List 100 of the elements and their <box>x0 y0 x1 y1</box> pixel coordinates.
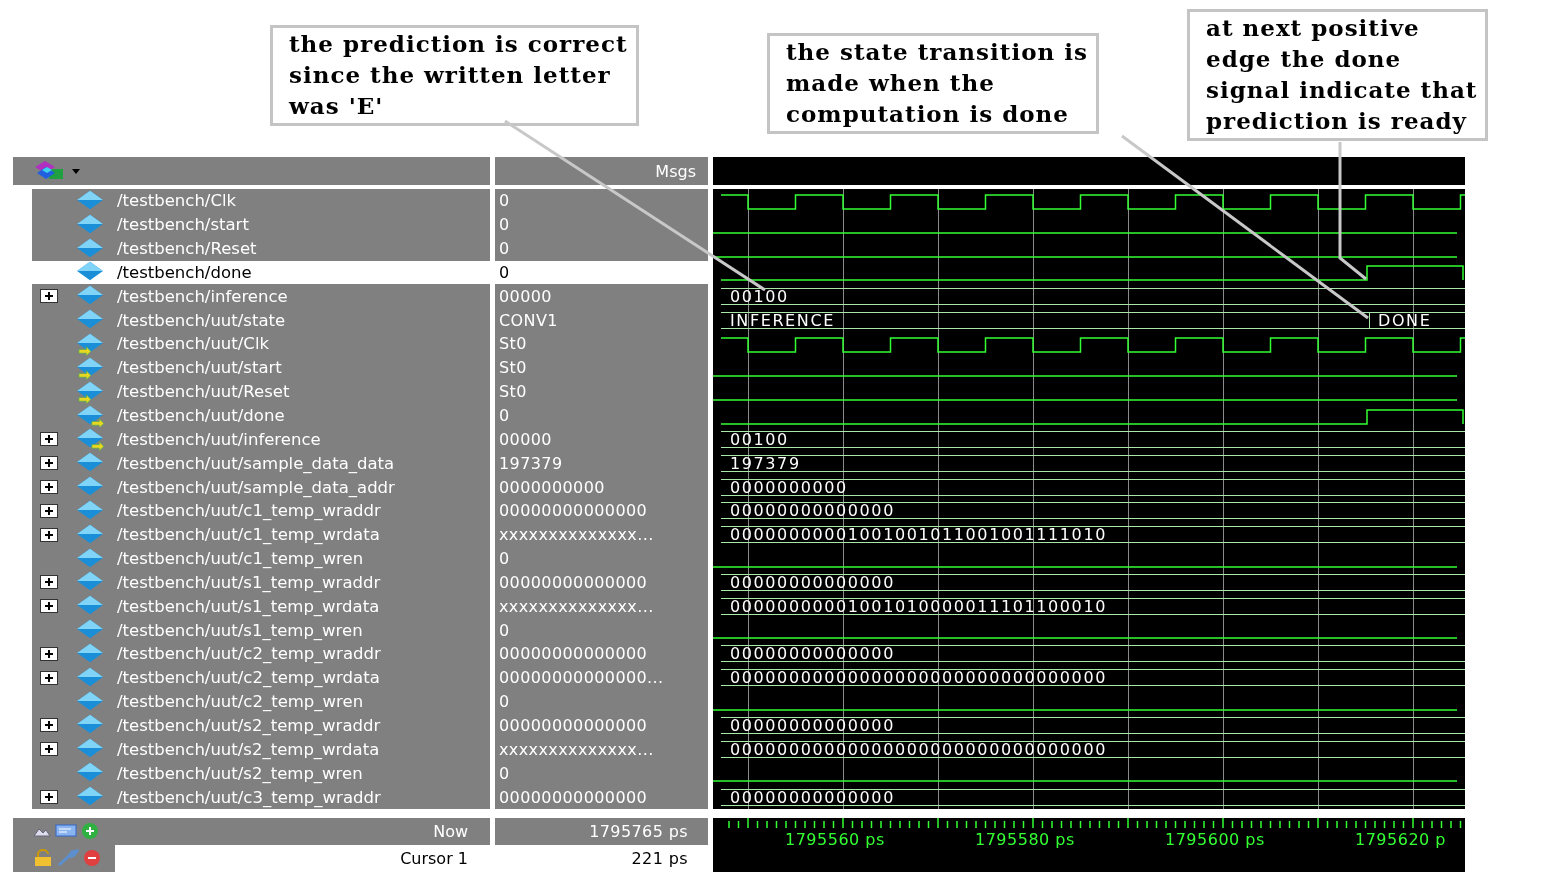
expand-icon[interactable] <box>40 456 58 471</box>
signal-value: St0 <box>495 379 708 404</box>
signal-value: 00000000000000 <box>495 713 708 738</box>
signal-value: CONV1 <box>495 308 708 333</box>
signal-row[interactable]: /testbench/uut/c3_temp_wraddr <box>32 785 490 809</box>
signal-name: /testbench/uut/Reset <box>117 382 290 402</box>
bus-segment: 00000000000000000000000000000000 <box>721 740 1465 758</box>
signal-row[interactable]: /testbench/uut/c2_temp_wren <box>32 689 490 714</box>
bus-segment: 0000000000 <box>721 478 1465 496</box>
signal-row[interactable]: /testbench/uut/s2_temp_wraddr <box>32 713 490 738</box>
expand-icon[interactable] <box>40 575 58 590</box>
bus-segment: 00000000001001010000011101100010 <box>721 597 1465 615</box>
add-icon[interactable] <box>81 822 99 841</box>
signal-row[interactable]: /testbench/start <box>32 212 490 237</box>
signal-row[interactable]: /testbench/uut/s1_temp_wrdata <box>32 594 490 619</box>
bus-segment: 00000000000000 <box>721 645 1465 663</box>
signal-name: /testbench/uut/c1_temp_wrdata <box>117 525 380 545</box>
signal-value: St0 <box>495 355 708 380</box>
expand-icon[interactable] <box>40 480 58 495</box>
expand-icon[interactable] <box>40 718 58 733</box>
bus-segment: DONE <box>1369 311 1465 329</box>
signal-row[interactable]: /testbench/uut/inference <box>32 427 490 452</box>
diamond-arrow-icon <box>75 403 105 428</box>
signal-value: 00000000000000 <box>495 785 708 809</box>
diamond-arrow-icon <box>75 332 105 356</box>
signal-name: /testbench/uut/s2_temp_wrdata <box>117 739 380 759</box>
expand-icon[interactable] <box>40 599 58 614</box>
time-label: 1795620 p <box>1355 829 1446 849</box>
signal-row[interactable]: /testbench/uut/done <box>32 403 490 428</box>
expand-icon[interactable] <box>40 670 58 685</box>
signal-value: xxxxxxxxxxxxxx... <box>495 737 708 762</box>
signal-name: /testbench/uut/Clk <box>117 334 270 354</box>
expand-icon[interactable] <box>40 527 58 542</box>
signal-row[interactable]: /testbench/uut/s1_temp_wraddr <box>32 570 490 595</box>
signal-value: 0000000000 <box>495 475 708 499</box>
signal-value: 0 <box>495 236 708 261</box>
signal-value: 0 <box>495 761 708 786</box>
signal-row[interactable]: /testbench/uut/sample_data_data <box>32 451 490 476</box>
signal-row[interactable]: /testbench/Reset <box>32 236 490 261</box>
signal-row[interactable]: /testbench/uut/c2_temp_wraddr <box>32 642 490 666</box>
bus-segment: 00000000001001001011001001111010 <box>721 526 1465 544</box>
signal-row[interactable]: /testbench/inference <box>32 284 490 309</box>
signal-row[interactable]: /testbench/uut/c2_temp_wrdata <box>32 665 490 690</box>
signal-value: 00000 <box>495 284 708 309</box>
bus-segment: 00000000000000000000000000000000 <box>721 669 1465 687</box>
time-label: 1795580 ps <box>975 829 1075 849</box>
signal-name: /testbench/uut/sample_data_data <box>117 453 395 473</box>
bus-segment: 00100 <box>721 287 1465 305</box>
signal-value: 0 <box>495 689 708 714</box>
signal-name: /testbench/uut/s1_temp_wrdata <box>117 596 380 616</box>
signal-row[interactable]: /testbench/uut/Clk <box>32 332 490 356</box>
signal-row[interactable]: /testbench/uut/start <box>32 355 490 380</box>
expand-icon[interactable] <box>40 432 58 447</box>
column-header: Msgs <box>495 157 708 185</box>
signal-name: /testbench/uut/s1_temp_wren <box>117 620 363 640</box>
signal-name: /testbench/uut/c2_temp_wren <box>117 692 364 712</box>
signal-value: 00000000000000 <box>495 642 708 666</box>
caret-icon[interactable] <box>71 167 81 175</box>
signal-row[interactable]: /testbench/uut/c1_temp_wraddr <box>32 498 490 523</box>
signal-name: /testbench/done <box>117 262 252 282</box>
signal-name: /testbench/uut/state <box>117 310 286 330</box>
signal-row[interactable]: /testbench/uut/c1_temp_wren <box>32 546 490 571</box>
expand-icon[interactable] <box>40 289 58 304</box>
signal-value: 00000000000000... <box>495 665 708 690</box>
expand-icon[interactable] <box>40 503 58 518</box>
signal-name: /testbench/uut/s2_temp_wraddr <box>117 716 381 735</box>
cursor-label: Cursor 1 <box>400 848 468 868</box>
signal-name: /testbench/uut/s2_temp_wren <box>117 763 363 783</box>
signal-row[interactable]: /testbench/Clk <box>32 189 490 213</box>
expand-icon[interactable] <box>40 742 58 757</box>
signal-value: 0 <box>495 403 708 428</box>
diamond-arrow-icon <box>75 379 105 404</box>
signal-name: /testbench/uut/c2_temp_wraddr <box>117 644 381 664</box>
expand-icon[interactable] <box>40 790 58 804</box>
signal-value: 0 <box>495 189 708 213</box>
signal-row[interactable]: /testbench/uut/s2_temp_wrdata <box>32 737 490 762</box>
bus-segment: 00000000000000 <box>721 573 1465 591</box>
signal-value: 00000 <box>495 427 708 452</box>
signal-row[interactable]: /testbench/uut/sample_data_addr <box>32 475 490 499</box>
bus-segment: 00100 <box>721 430 1465 448</box>
signal-name: /testbench/uut/inference <box>117 429 321 449</box>
expand-icon[interactable] <box>40 646 58 661</box>
signal-row[interactable]: /testbench/uut/c1_temp_wrdata <box>32 522 490 547</box>
remove-icon[interactable] <box>83 849 101 868</box>
signal-name: /testbench/uut/done <box>117 406 285 425</box>
signal-value: xxxxxxxxxxxxxx... <box>495 522 708 547</box>
bus-segment: 197379 <box>721 454 1465 472</box>
signal-row[interactable]: /testbench/uut/Reset <box>32 379 490 404</box>
signal-row[interactable]: /testbench/uut/s1_temp_wren <box>32 618 490 643</box>
signal-name: /testbench/uut/s1_temp_wraddr <box>117 572 381 592</box>
monitor-icon[interactable] <box>55 823 77 840</box>
callout-text: the prediction is correct since the written letter was 'E' <box>270 25 639 126</box>
now-value: 1795765 ps <box>495 817 708 845</box>
signal-value: 197379 <box>495 451 708 476</box>
bus-segment: 00000000000000 <box>721 788 1465 806</box>
callout-text: at next positive edge the done signal indicate that prediction is ready <box>1187 9 1489 141</box>
now-label: Now <box>433 821 468 841</box>
signal-row[interactable]: /testbench/uut/s2_temp_wren <box>32 761 490 786</box>
signal-name: /testbench/Clk <box>117 191 237 211</box>
signal-row[interactable]: /testbench/uut/state <box>32 308 490 333</box>
